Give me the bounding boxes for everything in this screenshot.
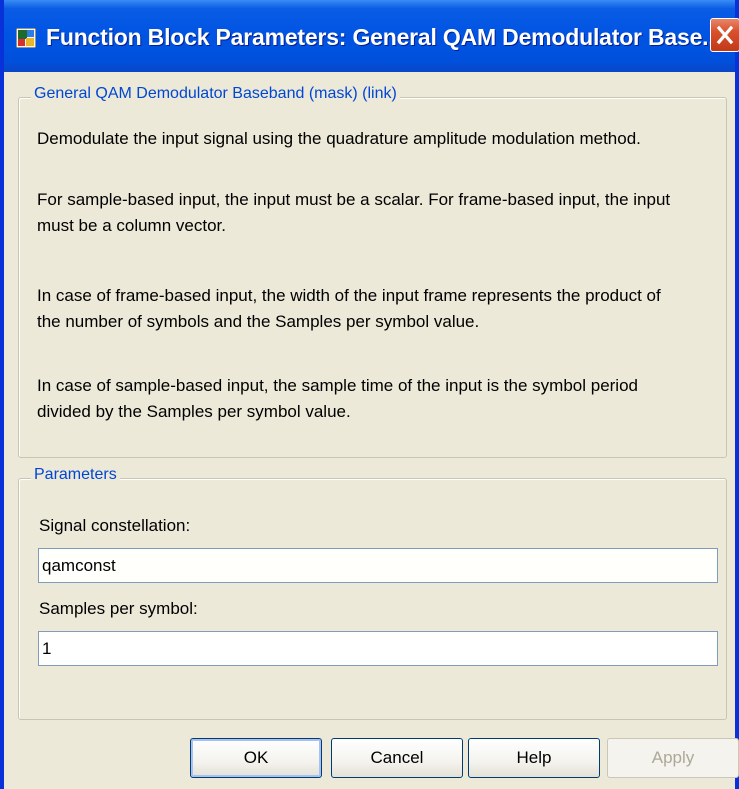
description-line: In case of frame-based input, the width … [37,286,661,305]
description-line: the number of symbols and the Samples pe… [37,312,480,331]
samples-per-symbol-input[interactable] [38,631,718,666]
close-button[interactable] [710,18,739,52]
description-paragraph-2: For sample-based input, the input must b… [37,187,670,239]
description-line: must be a column vector. [37,216,226,235]
title-bar[interactable]: Function Block Parameters: General QAM D… [4,0,739,72]
apply-button[interactable]: Apply [607,738,739,778]
signal-constellation-input[interactable] [38,548,718,583]
description-paragraph-3: In case of frame-based input, the width … [37,283,661,335]
description-paragraph-4: In case of sample-based input, the sampl… [37,373,638,425]
description-line: For sample-based input, the input must b… [37,190,671,209]
simulink-block-icon [16,28,36,48]
dialog-window: Function Block Parameters: General QAM D… [0,0,739,789]
description-text: Demodulate the input signal using the qu… [18,97,725,456]
ok-button[interactable]: OK [190,738,322,778]
window-title: Function Block Parameters: General QAM D… [46,24,721,50]
description-line: In case of sample-based input, the sampl… [37,376,638,395]
description-line: divided by the Samples per symbol value. [37,402,351,421]
parameters-group-legend: Parameters [31,465,120,485]
description-line: Demodulate the input signal using the qu… [37,129,641,148]
close-icon [716,25,734,45]
signal-constellation-label: Signal constellation: [39,516,191,535]
samples-per-symbol-label: Samples per symbol: [39,599,198,618]
help-button[interactable]: Help [468,738,600,778]
cancel-button[interactable]: Cancel [331,738,463,778]
description-paragraph-1: Demodulate the input signal using the qu… [37,126,641,152]
